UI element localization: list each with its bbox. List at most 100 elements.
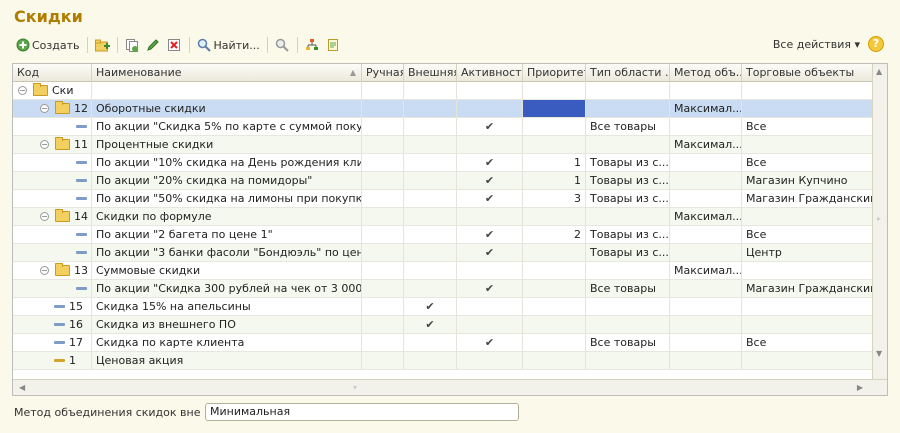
column-header-trade[interactable]: Торговые объекты <box>742 64 873 82</box>
scroll-left-icon[interactable]: ◀ <box>19 383 25 392</box>
collapse-toggle-icon[interactable]: − <box>40 140 49 149</box>
kod-cell[interactable]: 1 <box>13 352 92 369</box>
priority-cell[interactable]: 3 <box>523 190 586 207</box>
kod-cell[interactable]: − 13 <box>13 262 92 279</box>
column-header-active[interactable]: Активность <box>457 64 523 82</box>
method-cell[interactable] <box>670 298 742 315</box>
cancel-search-button[interactable] <box>272 35 293 55</box>
manual-cell[interactable] <box>362 172 404 189</box>
active-cell[interactable] <box>457 100 523 117</box>
area-cell[interactable]: Все товары <box>586 280 670 297</box>
kod-cell[interactable]: 15 <box>13 298 92 315</box>
table-row[interactable]: − Ски <box>13 82 873 100</box>
external-cell[interactable] <box>404 280 457 297</box>
manual-cell[interactable] <box>362 118 404 135</box>
active-cell[interactable] <box>457 208 523 225</box>
area-cell[interactable]: Все товары <box>586 334 670 351</box>
area-cell[interactable]: Товары из с... <box>586 154 670 171</box>
table-row[interactable]: − 14 Скидки по формуле Максимал... <box>13 208 873 226</box>
manual-cell[interactable] <box>362 262 404 279</box>
priority-cell[interactable] <box>523 100 586 117</box>
trade-cell[interactable] <box>742 100 873 117</box>
priority-cell[interactable]: 2 <box>523 226 586 243</box>
active-cell[interactable]: ✔ <box>457 154 523 171</box>
create-group-button[interactable] <box>92 35 113 55</box>
priority-cell[interactable] <box>523 118 586 135</box>
method-cell[interactable]: Максимал... <box>670 136 742 153</box>
name-cell[interactable]: По акции "2 багета по цене 1" <box>92 226 362 243</box>
all-actions-menu[interactable]: Все действия ▾ <box>773 38 860 51</box>
name-cell[interactable]: По акции "Скидка 5% по карте с суммой по… <box>92 118 362 135</box>
table-row[interactable]: − 13 Суммовые скидки Максимал... <box>13 262 873 280</box>
method-cell[interactable] <box>670 82 742 99</box>
area-cell[interactable] <box>586 298 670 315</box>
external-cell[interactable]: ✔ <box>404 298 457 315</box>
table-row[interactable]: По акции "Скидка 300 рублей на чек от 3 … <box>13 280 873 298</box>
active-cell[interactable] <box>457 298 523 315</box>
table-row[interactable]: 17 Скидка по карте клиента ✔ Все товары Все <box>13 334 873 352</box>
trade-cell[interactable]: Магазин Купчино <box>742 172 873 189</box>
external-cell[interactable] <box>404 262 457 279</box>
priority-cell[interactable]: 1 <box>523 172 586 189</box>
name-cell[interactable]: Скидка из внешнего ПО <box>92 316 362 333</box>
delete-button[interactable] <box>164 35 185 55</box>
manual-cell[interactable] <box>362 136 404 153</box>
manual-cell[interactable] <box>362 352 404 369</box>
table-row[interactable]: По акции "2 багета по цене 1" ✔ 2 Товары из… <box>13 226 873 244</box>
method-cell[interactable] <box>670 280 742 297</box>
name-cell[interactable]: Скидки по формуле <box>92 208 362 225</box>
list-settings-button[interactable] <box>323 35 344 55</box>
priority-cell[interactable] <box>523 280 586 297</box>
trade-cell[interactable] <box>742 298 873 315</box>
column-header-priority[interactable]: Приоритет <box>523 64 586 82</box>
method-cell[interactable]: Максимал... <box>670 100 742 117</box>
active-cell[interactable] <box>457 136 523 153</box>
method-cell[interactable]: Максимал... <box>670 262 742 279</box>
manual-cell[interactable] <box>362 280 404 297</box>
trade-cell[interactable]: Магазин Гражданский <box>742 280 873 297</box>
help-icon[interactable]: ? <box>868 36 884 52</box>
manual-cell[interactable] <box>362 244 404 261</box>
name-cell[interactable]: Ценовая акция <box>92 352 362 369</box>
external-cell[interactable] <box>404 334 457 351</box>
find-button[interactable]: Найти... <box>194 35 263 55</box>
method-cell[interactable] <box>670 334 742 351</box>
column-header-name[interactable]: Наименование ▲ <box>92 64 362 82</box>
scroll-down-icon[interactable]: ▼ <box>876 349 882 358</box>
active-cell[interactable]: ✔ <box>457 280 523 297</box>
edit-button[interactable] <box>143 35 164 55</box>
area-cell[interactable] <box>586 316 670 333</box>
trade-cell[interactable] <box>742 82 873 99</box>
trade-cell[interactable] <box>742 352 873 369</box>
manual-cell[interactable] <box>362 190 404 207</box>
active-cell[interactable]: ✔ <box>457 334 523 351</box>
area-cell[interactable] <box>586 262 670 279</box>
kod-cell[interactable] <box>13 118 92 135</box>
external-cell[interactable] <box>404 154 457 171</box>
kod-cell[interactable] <box>13 190 92 207</box>
table-row[interactable]: По акции "50% скидка на лимоны при покуп… <box>13 190 873 208</box>
name-cell[interactable]: По акции "Скидка 300 рублей на чек от 3 … <box>92 280 362 297</box>
column-header-external[interactable]: Внешняя <box>404 64 457 82</box>
active-cell[interactable] <box>457 352 523 369</box>
copy-button[interactable] <box>122 35 143 55</box>
hierarchy-button[interactable] <box>302 35 323 55</box>
external-cell[interactable] <box>404 190 457 207</box>
priority-cell[interactable] <box>523 82 586 99</box>
area-cell[interactable]: Товары из с... <box>586 190 670 207</box>
method-cell[interactable] <box>670 190 742 207</box>
name-cell[interactable]: Оборотные скидки <box>92 100 362 117</box>
kod-cell[interactable]: 17 <box>13 334 92 351</box>
external-cell[interactable]: ✔ <box>404 316 457 333</box>
kod-cell[interactable]: − Ски <box>13 82 92 99</box>
method-cell[interactable] <box>670 172 742 189</box>
external-cell[interactable] <box>404 172 457 189</box>
collapse-toggle-icon[interactable]: − <box>40 266 49 275</box>
method-cell[interactable] <box>670 244 742 261</box>
priority-cell[interactable] <box>523 298 586 315</box>
horizontal-scrollbar[interactable]: ◀ ▾ ▶ <box>13 379 887 395</box>
merge-method-field[interactable]: Минимальная <box>205 403 519 421</box>
kod-cell[interactable] <box>13 244 92 261</box>
kod-cell[interactable] <box>13 226 92 243</box>
collapse-toggle-icon[interactable]: − <box>40 104 49 113</box>
